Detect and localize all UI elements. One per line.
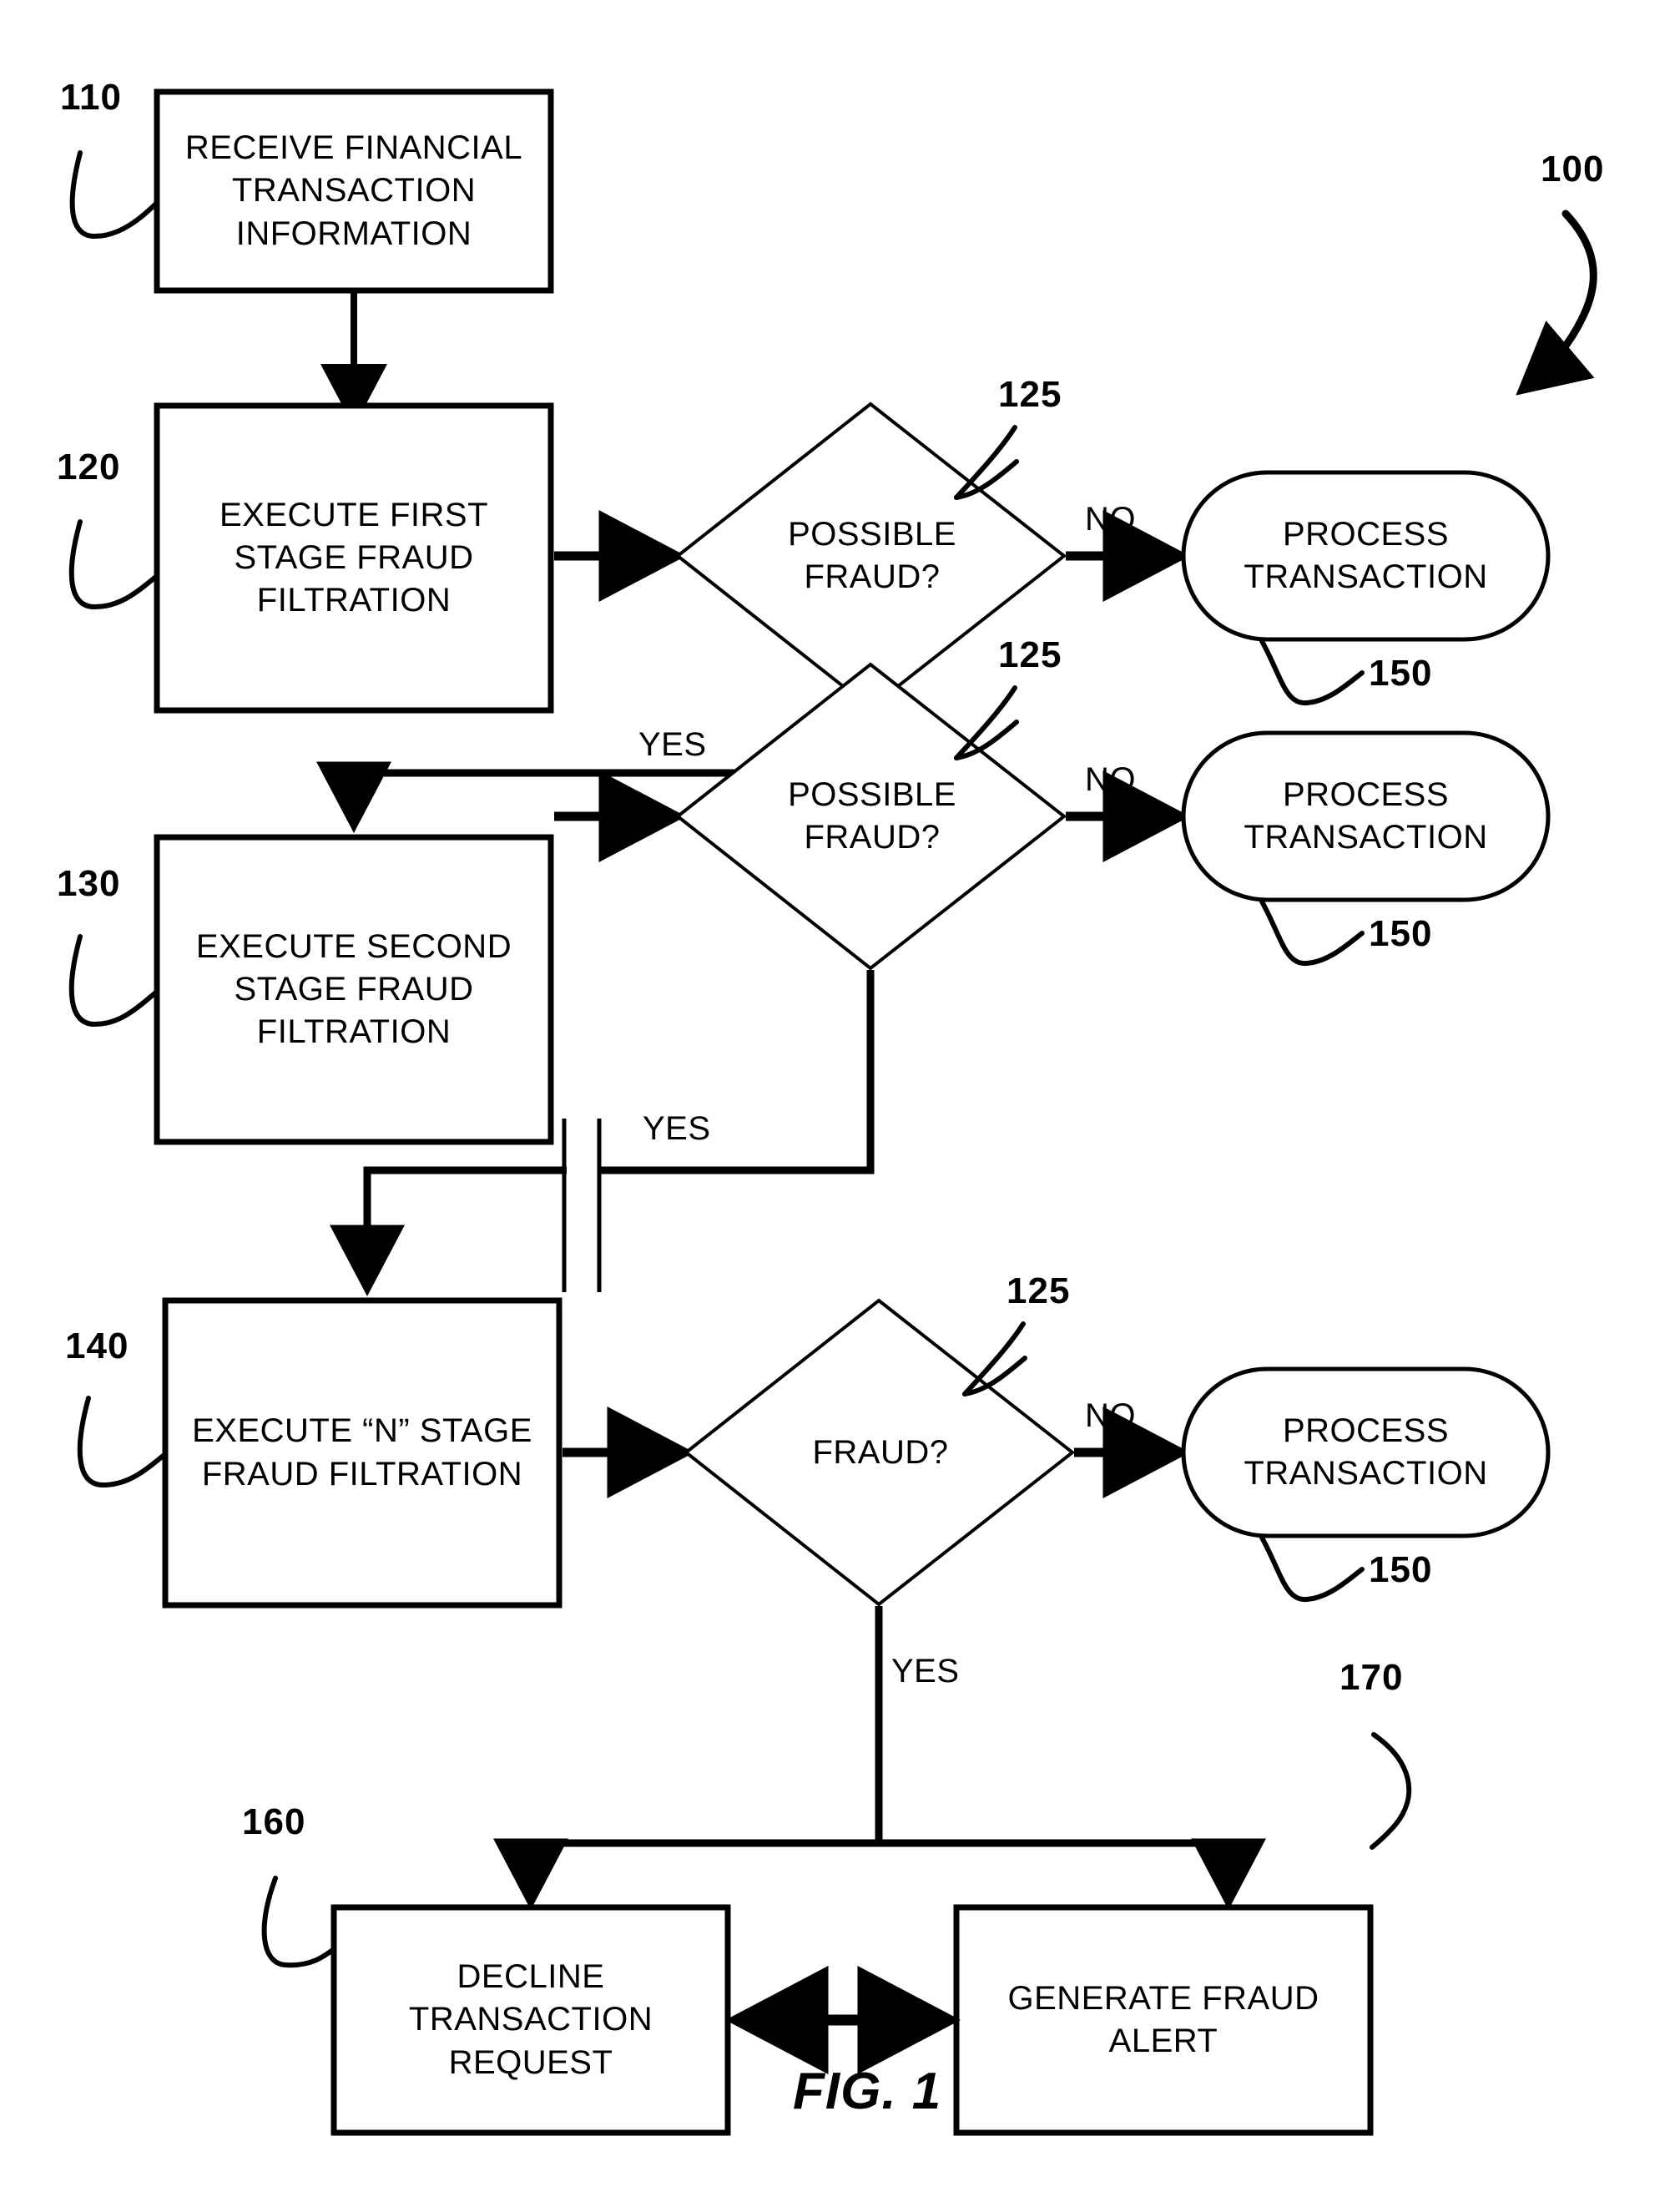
leader-line-170 (1370, 1732, 1412, 1850)
edge-label-yes-1: YES (638, 726, 707, 763)
leader-line-150-2 (1259, 899, 1365, 967)
node-process-transaction-1 (1181, 470, 1551, 642)
leader-line-150-3 (1259, 1535, 1365, 1603)
leader-line-150-1 (1259, 639, 1365, 706)
ref-number-170: 170 (1339, 1657, 1404, 1698)
ref-number-100: 100 (1541, 149, 1605, 189)
ref-number-160: 160 (242, 1801, 306, 1842)
node-execute-first-stage-fraud-filtration (154, 402, 554, 714)
leader-line-120 (68, 519, 159, 610)
leader-line-140 (77, 1396, 168, 1488)
ref-number-130: 130 (57, 863, 121, 904)
patent-figure-1: RECEIVE FINANCIAL TRANSACTION INFORMATIO… (0, 0, 1680, 2192)
node-process-transaction-3 (1181, 1366, 1551, 1538)
ref-number-150-3: 150 (1369, 1549, 1433, 1590)
node-execute-second-stage-fraud-filtration (154, 834, 554, 1145)
leader-line-130 (68, 934, 159, 1028)
ref-number-120: 120 (57, 447, 121, 487)
ref-number-125-2: 125 (998, 634, 1062, 675)
ref-number-150-2: 150 (1369, 913, 1433, 954)
edge-decision2-yes-right-segment (600, 970, 875, 1174)
edge-label-yes-3: YES (891, 1653, 960, 1689)
edge-decision2-yes-left-segment (330, 1166, 567, 1296)
leader-line-110 (69, 150, 159, 240)
node-decision-possible-fraud-2 (674, 662, 1067, 971)
ref-number-110: 110 (60, 77, 122, 118)
ref-number-150-1: 150 (1369, 653, 1433, 694)
node-receive-financial-transaction-information (154, 88, 554, 294)
ref-number-125-1: 125 (998, 374, 1062, 415)
system-ref-100-arrow (1516, 210, 1597, 396)
ref-number-125-3: 125 (1006, 1270, 1071, 1311)
figure-caption: FIG. 1 (793, 2063, 942, 2120)
node-execute-n-stage-fraud-filtration (162, 1297, 563, 1609)
edge-label-yes-2: YES (643, 1110, 711, 1147)
leader-line-160 (261, 1876, 336, 1968)
edge-label-no-3: NO (1085, 1397, 1136, 1434)
node-generate-fraud-alert (953, 1904, 1374, 2136)
edge-label-no-2: NO (1085, 761, 1136, 798)
node-decision-fraud (683, 1298, 1076, 1607)
node-process-transaction-2 (1181, 730, 1551, 902)
node-decline-transaction-request (330, 1904, 731, 2136)
edge-label-no-1: NO (1085, 501, 1136, 538)
flowchart-vector-layer (68, 88, 1597, 2136)
ref-number-140: 140 (65, 1326, 129, 1366)
